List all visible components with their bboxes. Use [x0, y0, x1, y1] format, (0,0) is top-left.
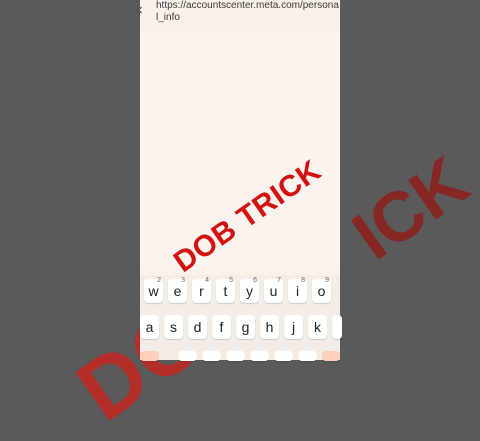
key-r[interactable]: r4 — [192, 277, 211, 303]
key-l-partial[interactable] — [332, 315, 342, 339]
key-k[interactable]: k — [308, 315, 327, 339]
keyboard-row-2: a s d f g h j k — [140, 315, 342, 341]
video-letterbox-left — [0, 0, 140, 360]
key-d[interactable]: d — [188, 315, 207, 339]
key-w[interactable]: w2 — [144, 277, 163, 303]
key-y[interactable]: y6 — [240, 277, 259, 303]
browser-url-bar[interactable]: ✕ https://accountscenter.meta.com/person… — [140, 0, 340, 30]
key-o[interactable]: o9 — [312, 277, 331, 303]
key-g[interactable]: g — [236, 315, 255, 339]
close-icon[interactable]: ✕ — [140, 4, 143, 17]
key-f[interactable]: f — [212, 315, 231, 339]
keyboard-row-1: w2 e3 r4 t5 y6 u7 i8 o9 — [140, 277, 340, 305]
url-text[interactable]: https://accountscenter.meta.com/personal… — [156, 0, 340, 24]
key-u[interactable]: u7 — [264, 277, 283, 303]
key-h[interactable]: h — [260, 315, 279, 339]
key-i[interactable]: i8 — [288, 277, 307, 303]
key-t[interactable]: t5 — [216, 277, 235, 303]
key-a[interactable]: a — [140, 315, 159, 339]
key-e[interactable]: e3 — [168, 277, 187, 303]
onscreen-keyboard: w2 e3 r4 t5 y6 u7 i8 o9 a s d f g h j k — [140, 275, 342, 361]
key-j[interactable]: j — [284, 315, 303, 339]
key-s[interactable]: s — [164, 315, 183, 339]
